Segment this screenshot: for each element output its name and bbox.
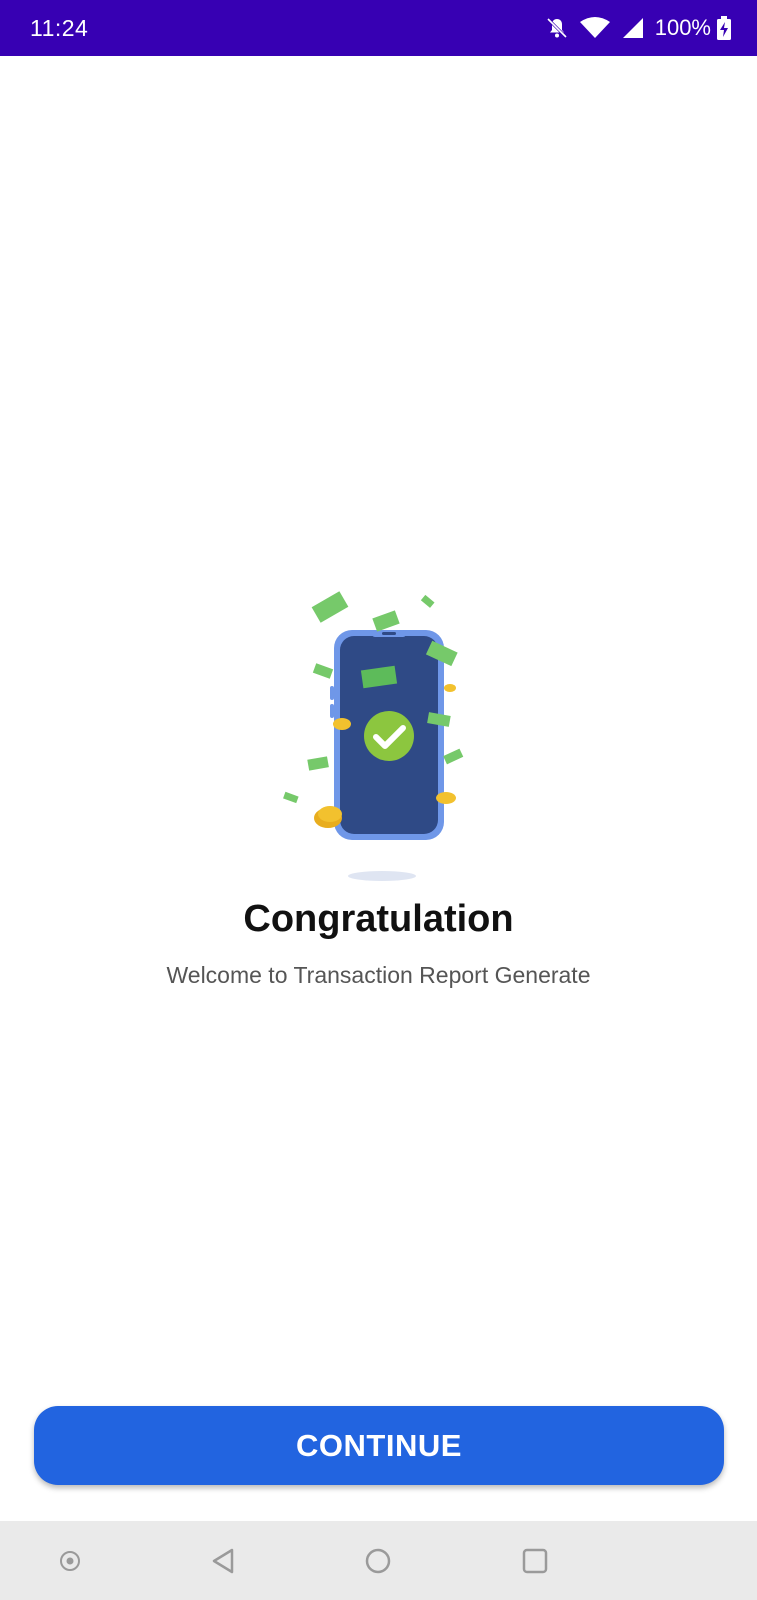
continue-button[interactable]: CONTINUE (34, 1406, 724, 1485)
home-icon (365, 1548, 391, 1574)
continue-button-label: CONTINUE (296, 1427, 462, 1463)
page-subtitle: Welcome to Transaction Report Generate (166, 962, 591, 988)
wifi-icon (579, 16, 611, 40)
success-illustration (270, 590, 490, 890)
assistant-button[interactable] (50, 1541, 90, 1581)
battery-percentage: 100% (654, 15, 711, 40)
battery-charging-icon (717, 16, 731, 40)
recents-button[interactable] (515, 1541, 555, 1581)
signal-icon (621, 16, 645, 40)
system-nav-bar (0, 1521, 757, 1600)
bell-off-icon (545, 16, 569, 40)
recents-icon (522, 1548, 548, 1574)
home-button[interactable] (358, 1541, 398, 1581)
status-icons: 100% (545, 12, 731, 44)
status-time: 11:24 (30, 15, 89, 41)
back-icon (212, 1548, 234, 1574)
assistant-dot-icon (60, 1551, 80, 1571)
back-button[interactable] (203, 1541, 243, 1581)
status-bar: 11:24 100% (0, 0, 757, 56)
phone-success-with-money-icon (283, 591, 464, 881)
page-title: Congratulation (243, 898, 514, 940)
